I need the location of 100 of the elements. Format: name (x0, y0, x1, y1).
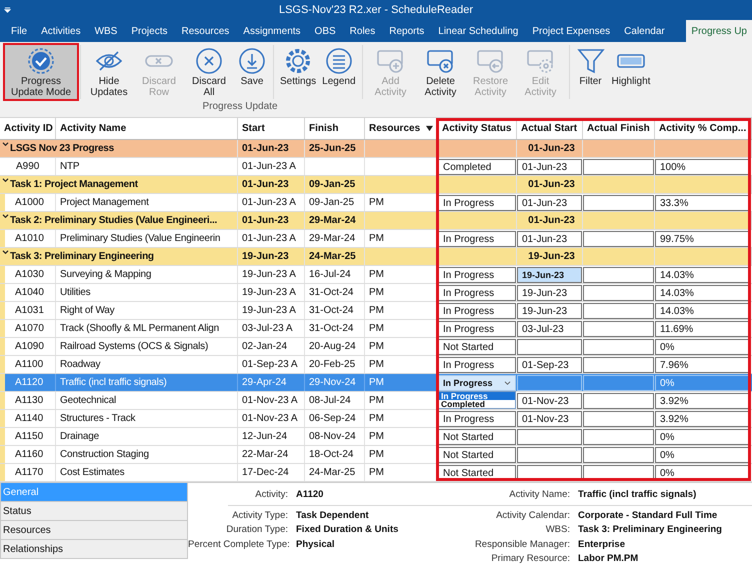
percent-field[interactable]: 100% (655, 159, 751, 175)
menu-tab[interactable]: Projects (124, 20, 174, 42)
collapse-icon[interactable] (2, 142, 9, 147)
status-field[interactable]: In Progress (438, 411, 516, 427)
wbs-name[interactable]: LSGS Nov 23 Progress (0, 140, 238, 157)
actual-finish-field[interactable] (583, 357, 654, 373)
actual-start-field[interactable]: 01-Jun-23 (517, 195, 582, 211)
detail-tab[interactable]: Status (0, 502, 188, 521)
percent-field[interactable]: 14.03% (655, 303, 751, 319)
actual-start-field[interactable]: 01-Sep-23 (517, 357, 582, 373)
percent-field[interactable]: 3.92% (655, 411, 751, 427)
menu-tab[interactable]: Reports (382, 20, 432, 42)
actual-start-field[interactable] (517, 429, 582, 445)
actual-finish-field[interactable] (583, 195, 654, 211)
dropdown-option[interactable]: Completed (439, 400, 515, 408)
status-field[interactable]: In Progress (438, 357, 516, 373)
actual-finish-field[interactable] (583, 339, 654, 355)
column-header[interactable]: Activity Name (56, 118, 238, 139)
ribbon-button[interactable]: Settings (277, 45, 320, 99)
percent-field[interactable]: 33.3% (655, 195, 751, 211)
menu-tab[interactable]: Resources (174, 20, 236, 42)
actual-finish-field[interactable] (583, 267, 654, 283)
menu-tab[interactable]: Activities (34, 20, 88, 42)
status-field[interactable]: Completed (438, 159, 516, 175)
column-header[interactable]: Activity Status (438, 118, 517, 139)
wbs-name[interactable]: Task 2: Preliminary Studies (Value Engineeri... (0, 212, 238, 229)
percent-field[interactable]: 0% (655, 339, 751, 355)
actual-finish-field[interactable] (583, 303, 654, 319)
status-field[interactable]: In Progress (438, 321, 516, 337)
menu-tab[interactable]: Calendar (617, 20, 672, 42)
ribbon-button[interactable]: Filter (572, 45, 609, 99)
menu-tab[interactable]: Roles (342, 20, 382, 42)
percent-field[interactable]: 99.75% (655, 231, 751, 247)
column-header[interactable]: Start (238, 118, 305, 139)
menu-tab[interactable]: Linear Scheduling (431, 20, 526, 42)
column-header[interactable]: Actual Start (517, 118, 583, 139)
actual-finish-field[interactable] (583, 159, 654, 175)
actual-start-field[interactable] (517, 339, 582, 355)
status-field[interactable]: In Progress (438, 231, 516, 247)
actual-start-field[interactable] (517, 447, 582, 463)
menu-tab[interactable]: OBS (308, 20, 343, 42)
dropdown-caret-icon[interactable] (4, 6, 11, 14)
actual-start-field[interactable]: 19-Jun-23 (517, 303, 582, 319)
menu-tab[interactable]: Project Expenses (525, 20, 618, 42)
status-field[interactable]: In Progress (438, 195, 516, 211)
actual-finish-field[interactable] (583, 429, 654, 445)
actual-start-field[interactable] (517, 375, 582, 391)
actual-start-field[interactable]: 01-Nov-23 (517, 393, 582, 409)
actual-finish-field[interactable] (583, 321, 654, 337)
collapse-icon[interactable] (2, 214, 9, 219)
status-field[interactable]: Not Started (438, 339, 516, 355)
actual-start-field[interactable]: 01-Jun-23 (517, 231, 582, 247)
ribbon-button[interactable]: Delete Activity (416, 45, 466, 99)
column-header[interactable]: Actual Finish (583, 118, 655, 139)
detail-tab[interactable]: Relationships (0, 540, 188, 559)
table-cell: 08-Jul-24 (305, 392, 365, 409)
ribbon-button[interactable]: Highlight (608, 45, 654, 99)
collapse-icon[interactable] (2, 178, 9, 183)
ribbon-button[interactable]: Hide Updates (84, 45, 134, 99)
actual-finish-field[interactable] (583, 393, 654, 409)
menu-tab[interactable]: WBS (88, 20, 124, 42)
percent-field[interactable]: 14.03% (655, 285, 751, 301)
actual-finish-field[interactable] (583, 285, 654, 301)
status-field[interactable]: Not Started (438, 429, 516, 445)
collapse-icon[interactable] (2, 250, 9, 255)
status-field[interactable]: In Progress (438, 267, 516, 283)
filter-icon[interactable] (426, 125, 434, 132)
menu-tab[interactable]: File (4, 20, 34, 42)
ribbon-button[interactable]: Save (234, 45, 270, 99)
column-header[interactable]: Finish (305, 118, 365, 139)
actual-finish-field[interactable] (583, 231, 654, 247)
percent-field[interactable]: 7.96% (655, 357, 751, 373)
ribbon-button[interactable]: Legend (319, 45, 359, 99)
status-field[interactable]: In Progress (438, 303, 516, 319)
wbs-name[interactable]: Task 3: Preliminary Engineering (0, 248, 238, 265)
dropdown-option[interactable]: In Progress (439, 392, 515, 400)
actual-start-field[interactable]: 19-Jun-23 (517, 285, 582, 301)
wbs-name[interactable]: Task 1: Project Management (0, 176, 238, 193)
column-header[interactable]: Activity ID (0, 118, 56, 139)
status-field[interactable]: Not Started (438, 447, 516, 463)
menu-tab[interactable]: Progress Up (686, 20, 752, 42)
actual-finish-field[interactable] (583, 411, 654, 427)
status-field[interactable]: In Progress (438, 285, 516, 301)
detail-tab[interactable]: Resources (0, 521, 188, 540)
percent-field[interactable]: 14.03% (655, 267, 751, 283)
ribbon-button[interactable]: Discard All (184, 45, 234, 99)
actual-start-field[interactable]: 19-Jun-23 (517, 267, 582, 283)
ribbon-button[interactable]: Progress Update Mode (5, 45, 77, 99)
percent-field[interactable]: 0% (655, 429, 751, 445)
menu-tab[interactable]: Assignments (236, 20, 308, 42)
percent-field[interactable]: 3.92% (655, 393, 751, 409)
actual-finish-field[interactable] (583, 447, 654, 463)
percent-field[interactable]: 11.69% (655, 321, 751, 337)
actual-start-field[interactable]: 01-Jun-23 (517, 159, 582, 175)
actual-finish-field[interactable] (583, 375, 654, 391)
actual-start-field[interactable]: 01-Nov-23 (517, 411, 582, 427)
column-header[interactable]: Activity % Comp... (655, 118, 752, 139)
percent-field[interactable]: 0% (655, 447, 751, 463)
actual-start-field[interactable]: 03-Jul-23 (517, 321, 582, 337)
column-header[interactable]: Resources (365, 118, 438, 139)
